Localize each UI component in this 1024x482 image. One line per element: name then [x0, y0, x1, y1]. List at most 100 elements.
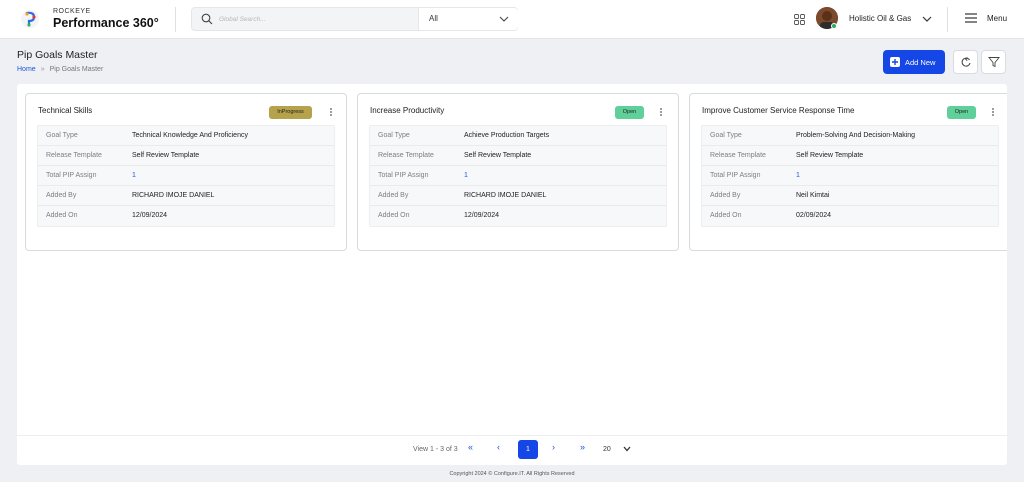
- divider: [947, 7, 948, 32]
- detail-row: Total PIP Assign 1: [702, 166, 998, 186]
- first-page-button[interactable]: «: [468, 442, 473, 452]
- added-by-value: Neil Kimtai: [796, 192, 830, 199]
- refresh-button[interactable]: [953, 50, 978, 74]
- release-template-value: Self Review Template: [132, 152, 200, 159]
- goal-details: Goal Type Achieve Production Targets Rel…: [369, 125, 667, 227]
- detail-row: Goal Type Technical Knowledge And Profic…: [38, 126, 334, 146]
- release-template-value: Self Review Template: [796, 152, 864, 159]
- detail-row: Added By Neil Kimtai: [702, 186, 998, 206]
- added-on-value: 12/09/2024: [464, 212, 500, 219]
- goal-type-label: Goal Type: [46, 132, 78, 139]
- search-icon: [201, 13, 213, 25]
- detail-row: Added On 12/09/2024: [370, 206, 666, 226]
- chevron-down-icon[interactable]: [623, 446, 631, 452]
- goal-type-value: Problem-Solving And Decision-Making: [796, 132, 916, 139]
- added-on-label: Added On: [46, 212, 78, 219]
- prev-page-button[interactable]: ‹: [497, 442, 500, 452]
- add-new-button[interactable]: Add New: [883, 50, 945, 74]
- goal-type-value: Technical Knowledge And Proficiency: [132, 132, 248, 139]
- total-pip-assign-link[interactable]: 1: [464, 172, 468, 179]
- search-scope-value: All: [429, 14, 438, 23]
- detail-row: Added On 12/09/2024: [38, 206, 334, 226]
- search-input[interactable]: [219, 12, 399, 26]
- detail-row: Release Template Self Review Template: [38, 146, 334, 166]
- added-by-value: RICHARD IMOJE DANIEL: [132, 192, 215, 199]
- plus-icon: [890, 57, 900, 67]
- menu-label: Menu: [987, 14, 1008, 23]
- release-template-label: Release Template: [46, 152, 102, 159]
- added-on-value: 12/09/2024: [132, 212, 168, 219]
- chevron-down-icon: [499, 16, 509, 22]
- total-pip-assign-link[interactable]: 1: [796, 172, 800, 179]
- breadcrumb-separator: »: [40, 66, 45, 73]
- release-template-label: Release Template: [378, 152, 434, 159]
- pagination-summary: View 1 - 3 of 3: [413, 446, 458, 453]
- filter-button[interactable]: [981, 50, 1006, 74]
- goal-title: Technical Skills: [38, 106, 93, 115]
- search-scope-select[interactable]: All: [418, 8, 518, 30]
- added-by-label: Added By: [710, 192, 741, 199]
- status-badge: Open: [615, 106, 644, 119]
- last-page-button[interactable]: »: [580, 442, 585, 452]
- detail-row: Total PIP Assign 1: [38, 166, 334, 186]
- breadcrumb-current: Pip Goals Master: [49, 66, 104, 73]
- more-options-icon[interactable]: [328, 107, 334, 117]
- refresh-icon: [961, 57, 971, 67]
- page-number-current[interactable]: 1: [518, 440, 538, 459]
- goal-title: Improve Customer Service Response Time: [702, 106, 855, 115]
- brand-name: Performance 360°: [53, 16, 159, 30]
- total-pip-assign-label: Total PIP Assign: [46, 172, 97, 179]
- chevron-down-icon[interactable]: [922, 15, 932, 23]
- page-title: Pip Goals Master: [17, 49, 98, 61]
- goal-type-value: Achieve Production Targets: [464, 132, 550, 139]
- divider: [175, 7, 176, 32]
- page-size-select[interactable]: 20: [603, 446, 611, 453]
- goal-details: Goal Type Technical Knowledge And Profic…: [37, 125, 335, 227]
- rockeye-logo-icon: [21, 10, 39, 28]
- online-status-dot: [831, 23, 837, 29]
- status-badge: InProgress: [269, 106, 312, 119]
- menu-button[interactable]: Menu: [965, 12, 1015, 26]
- organization-name[interactable]: Holistic Oil & Gas: [849, 14, 911, 23]
- goal-card[interactable]: Increase Productivity Open Goal Type Ach…: [357, 93, 679, 251]
- release-template-label: Release Template: [710, 152, 766, 159]
- hamburger-icon: [965, 13, 977, 23]
- goal-title: Increase Productivity: [370, 106, 445, 115]
- more-options-icon[interactable]: [990, 107, 996, 117]
- more-options-icon[interactable]: [658, 107, 664, 117]
- detail-row: Added By RICHARD IMOJE DANIEL: [38, 186, 334, 206]
- added-by-label: Added By: [378, 192, 409, 199]
- added-on-label: Added On: [710, 212, 742, 219]
- divider: [17, 435, 1007, 436]
- detail-row: Goal Type Problem-Solving And Decision-M…: [702, 126, 998, 146]
- detail-row: Release Template Self Review Template: [702, 146, 998, 166]
- goal-type-label: Goal Type: [710, 132, 742, 139]
- add-new-label: Add New: [905, 58, 936, 67]
- global-search: All: [191, 7, 518, 31]
- detail-row: Added By RICHARD IMOJE DANIEL: [370, 186, 666, 206]
- filter-icon: [988, 57, 1000, 68]
- added-on-value: 02/09/2024: [796, 212, 832, 219]
- added-by-value: RICHARD IMOJE DANIEL: [464, 192, 547, 199]
- added-by-label: Added By: [46, 192, 77, 199]
- breadcrumb: Home » Pip Goals Master: [17, 66, 103, 73]
- goal-card[interactable]: Technical Skills InProgress Goal Type Te…: [25, 93, 347, 251]
- detail-row: Total PIP Assign 1: [370, 166, 666, 186]
- detail-row: Goal Type Achieve Production Targets: [370, 126, 666, 146]
- next-page-button[interactable]: ›: [552, 442, 555, 452]
- detail-row: Release Template Self Review Template: [370, 146, 666, 166]
- added-on-label: Added On: [378, 212, 410, 219]
- detail-row: Added On 02/09/2024: [702, 206, 998, 226]
- content-panel: Technical Skills InProgress Goal Type Te…: [17, 84, 1007, 465]
- brand-small-text: ROCKEYE: [53, 8, 91, 15]
- pagination: View 1 - 3 of 3 « ‹ 1 › » 20: [413, 439, 673, 459]
- goals-card-list: Technical Skills InProgress Goal Type Te…: [25, 93, 1007, 251]
- total-pip-assign-link[interactable]: 1: [132, 172, 136, 179]
- goal-details: Goal Type Problem-Solving And Decision-M…: [701, 125, 999, 227]
- goal-card[interactable]: Improve Customer Service Response Time O…: [689, 93, 1007, 251]
- status-badge: Open: [947, 106, 976, 119]
- breadcrumb-home-link[interactable]: Home: [17, 66, 36, 73]
- total-pip-assign-label: Total PIP Assign: [378, 172, 429, 179]
- apps-grid-icon[interactable]: [794, 14, 805, 25]
- goal-type-label: Goal Type: [378, 132, 410, 139]
